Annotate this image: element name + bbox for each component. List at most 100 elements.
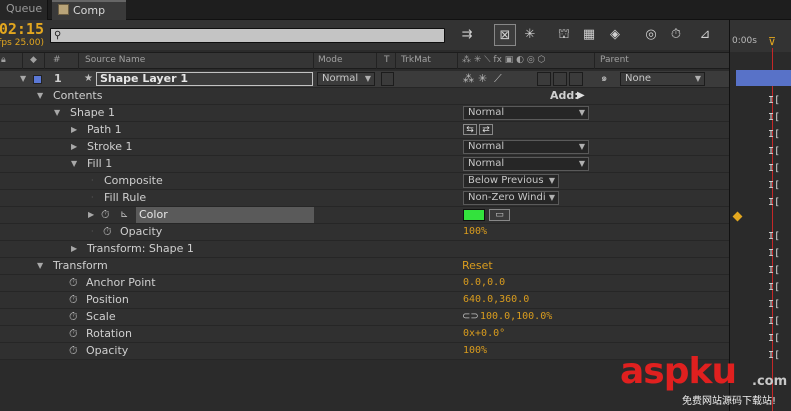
graph-editor-icon[interactable]: ⊿ [694,24,716,46]
column-t: T [384,55,390,65]
current-timecode[interactable]: 0:00:02:15 [0,21,44,37]
switches-column-icons: ⁂ ✳ ⟍ fx ▣ ◐ ◎ ⬡ [462,55,546,65]
anchor-point-value[interactable]: 0.0,0.0 [463,275,505,291]
tree-row-color[interactable]: ▶ ⏱ ⊾ Color ▭ [0,207,729,224]
frame-rate-label: (25.00 fps) [0,38,44,48]
layer-row[interactable]: ▼ 1 ★ Shape Layer 1 Normal ▼ ⁂ ✳ ⟋ ๑ None… [0,71,729,88]
keyframe-icon[interactable] [732,211,743,222]
stopwatch-icon[interactable]: ⏱ [69,309,78,325]
tab-render-queue[interactable]: Queue [0,0,48,20]
layer-search-input[interactable]: ⚲ [50,28,445,43]
parent-dropdown[interactable]: None ▼ [620,72,705,86]
comp-color-swatch [58,4,69,15]
stopwatch-icon[interactable]: ⏱ [69,275,78,291]
chevron-down-icon: ▼ [548,193,555,202]
fill-blend-mode-dropdown[interactable]: Normal ▼ [463,157,589,171]
tree-row-scale[interactable]: ⏱ Scale ⊂⊃ 100.0,100.0% [0,309,729,326]
layer-duration-bar[interactable] [736,70,791,86]
tree-row-fill-opacity[interactable]: · ⏱ Opacity 100% [0,224,729,241]
column-source-name[interactable]: Source Name [85,55,145,65]
motion-blur-switch[interactable] [537,72,551,86]
stopwatch-icon[interactable]: ⏱ [69,326,78,342]
timer-icon[interactable]: ⏱ [665,24,687,46]
stopwatch-icon[interactable]: ⏱ [101,207,110,223]
fill-opacity-value[interactable]: 100% [463,224,487,240]
frame-blend-icon[interactable]: ⛫ [553,24,575,46]
keyframe-navigator-icon[interactable]: ▶ [88,207,94,223]
quality-switch-icon[interactable]: ✳ [478,71,487,87]
path-direction-icons[interactable]: ⇆ ⇄ [463,124,495,136]
shape-layer-star-icon: ★ [84,73,93,84]
layer-number: 1 [54,72,62,85]
chevron-down-icon: ▼ [364,74,371,83]
adjustment-switch[interactable] [553,72,567,86]
ruler-start-label: 0:00s [732,36,757,46]
brainstorm-icon[interactable]: ◈ [604,24,626,46]
collapse-switch-icon[interactable]: ⟋ [494,71,502,87]
tree-row-transform-shape-1[interactable]: ▶ Transform: Shape 1 [0,241,729,258]
layer-label-color[interactable] [33,75,42,84]
stopwatch-icon[interactable]: ⏱ [69,292,78,308]
panel-tab-bar: Queue Comp 1× [0,0,791,35]
twirl-down-icon[interactable]: ▼ [71,156,77,172]
scale-value[interactable]: 100.0,100.0% [480,309,552,325]
tree-row-path-1[interactable]: ▶ Path 1 ⇆ ⇄ [0,122,729,139]
twirl-right-icon[interactable]: ▶ [71,241,77,257]
chevron-down-icon: ▼ [694,74,701,83]
site-watermark: aspku .com 免费网站源码下载站! [620,351,788,408]
twirl-down-icon[interactable]: ▼ [54,105,60,121]
layer-opacity-value[interactable]: 100% [463,343,487,359]
add-menu-icon[interactable]: ▶ [577,88,585,104]
stroke-blend-mode-dropdown[interactable]: Normal ▼ [463,140,589,154]
preserve-transparency-toggle[interactable] [381,72,394,86]
reset-link[interactable]: Reset [462,258,493,274]
label-column-icon: ◆ [30,55,37,65]
3d-layer-switch[interactable] [569,72,583,86]
tree-row-fill-1[interactable]: ▼ Fill 1 Normal ▼ [0,156,729,173]
tree-row-contents[interactable]: ▼ Contents Add: ▶ [0,88,729,105]
twirl-down-icon[interactable]: ▼ [37,88,43,104]
composite-dropdown[interactable]: Below Previous ▼ [463,174,559,188]
tab-comp-1[interactable]: Comp 1× [52,0,126,35]
time-ruler[interactable]: 0:00s [730,20,791,52]
tree-row-shape-1[interactable]: ▼ Shape 1 Normal ▼ [0,105,729,122]
fill-color-swatch[interactable] [463,209,485,221]
tree-row-position[interactable]: ⏱ Position 640.0,360.0 [0,292,729,309]
tree-row-stroke-1[interactable]: ▶ Stroke 1 Normal ▼ [0,139,729,156]
tree-row-composite[interactable]: · Composite Below Previous ▼ [0,173,729,190]
auto-keyframe-icon[interactable]: ◎ [640,24,662,46]
twirl-down-icon[interactable]: ▼ [37,258,43,274]
tree-row-rotation[interactable]: ⏱ Rotation 0x+0.0° [0,326,729,343]
constrain-proportions-icon[interactable]: ⊂⊃ [462,309,479,325]
path-reverse-icon[interactable]: ⇄ [479,124,493,135]
tree-row-fill-rule[interactable]: · Fill Rule Non-Zero Winding▼ [0,190,729,207]
add-label: Add: [550,89,579,102]
column-trkmat: TrkMat [401,55,431,65]
current-time-indicator-icon[interactable]: ⊽ [768,36,778,48]
motion-blur-icon[interactable]: ▦ [578,24,600,46]
twirl-right-icon[interactable]: ▶ [71,122,77,138]
column-header: 🔒︎ ◆ # Source Name Mode T TrkMat ⁂ ✳ ⟍ f… [0,52,729,69]
stopwatch-icon[interactable]: ⏱ [103,224,112,240]
comp-mini-flowchart-icon[interactable]: ⇉ [456,24,478,46]
path-direction-icon[interactable]: ⇆ [463,124,477,135]
twirl-right-icon[interactable]: ▶ [71,139,77,155]
chevron-down-icon: ▼ [578,159,585,168]
stopwatch-icon[interactable]: ⏱ [69,343,78,359]
graph-icon[interactable]: ⊾ [120,207,128,223]
rotation-value[interactable]: 0x+0.0° [463,326,505,342]
timeline-controls: 0:00:02:15 (25.00 fps) ⚲ ⇉ ⊠ ✳ ⛫ ▦ ◈ ◎ ⏱… [0,20,729,50]
position-value[interactable]: 640.0,360.0 [463,292,529,308]
shy-switch-icon[interactable]: ⁂ [463,71,474,87]
tree-row-transform[interactable]: ▼ Transform Reset [0,258,729,275]
fill-rule-dropdown[interactable]: Non-Zero Winding▼ [463,191,559,205]
hide-shy-icon[interactable]: ✳ [519,24,541,46]
tree-row-anchor-point[interactable]: ⏱ Anchor Point 0.0,0.0 [0,275,729,292]
eyedropper-icon[interactable]: ▭ [489,209,510,221]
layer-mode-dropdown[interactable]: Normal ▼ [317,72,375,86]
draft-3d-icon[interactable]: ⊠ [494,24,516,46]
layer-name-field[interactable]: Shape Layer 1 [96,72,313,86]
shape-blend-mode-dropdown[interactable]: Normal ▼ [463,106,589,120]
twirl-down-icon[interactable]: ▼ [20,71,26,87]
pick-whip-icon[interactable]: ๑ [601,71,607,87]
